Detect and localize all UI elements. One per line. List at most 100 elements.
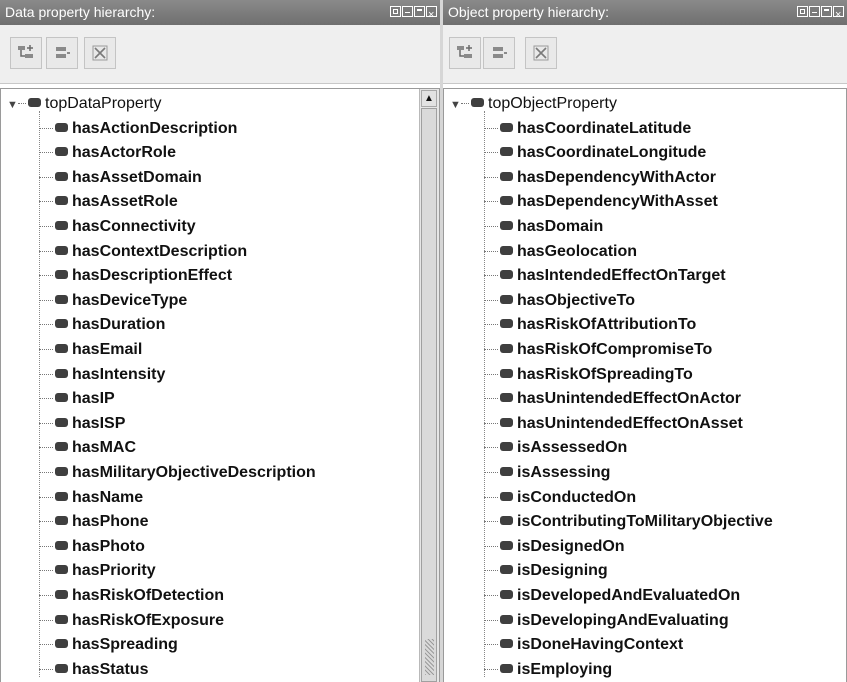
- delete-property-button[interactable]: [525, 37, 557, 69]
- tree-item[interactable]: hasDomain: [484, 214, 603, 238]
- restore-icon[interactable]: [390, 6, 401, 17]
- restore-icon[interactable]: [797, 6, 808, 17]
- property-bullet-icon: [55, 245, 68, 255]
- tree-item[interactable]: hasRiskOfSpreadingTo: [484, 362, 693, 386]
- tree-item[interactable]: hasDependencyWithAsset: [484, 189, 718, 213]
- tree-item-label: hasName: [72, 488, 144, 506]
- tree-item[interactable]: hasGeolocation: [484, 239, 637, 263]
- tree-item[interactable]: hasMilitaryObjectiveDescription: [39, 460, 316, 484]
- tree-item[interactable]: isEmploying: [484, 657, 612, 681]
- tree-item[interactable]: hasActionDescription: [39, 116, 237, 140]
- tree-item[interactable]: hasUnintendedEffectOnActor: [484, 386, 741, 410]
- tree-item[interactable]: hasActorRole: [39, 140, 176, 164]
- add-sibling-button[interactable]: [483, 37, 515, 69]
- tree-item[interactable]: isDoneHavingContext: [484, 632, 683, 656]
- tree-item[interactable]: hasPhoto: [39, 534, 145, 558]
- maximize-icon[interactable]: [414, 6, 425, 17]
- tree-item[interactable]: hasDuration: [39, 312, 165, 336]
- delete-property-button[interactable]: [84, 37, 116, 69]
- vertical-scrollbar[interactable]: ▲: [419, 89, 439, 682]
- close-icon[interactable]: [833, 3, 844, 28]
- property-bullet-icon: [500, 147, 513, 157]
- tree-item[interactable]: hasRiskOfCompromiseTo: [484, 337, 712, 361]
- property-bullet-icon: [55, 319, 68, 329]
- object-property-tree[interactable]: ▼ topObjectProperty hasCoordinateLatitude h…: [443, 88, 847, 682]
- property-bullet-icon: [55, 590, 68, 600]
- maximize-icon[interactable]: [821, 6, 832, 17]
- tree-item[interactable]: hasSpreading: [39, 632, 178, 656]
- add-subproperty-button[interactable]: [449, 37, 481, 69]
- scroll-up-arrow-icon[interactable]: ▲: [421, 90, 437, 107]
- data-property-toolbar: [0, 25, 440, 84]
- tree-item[interactable]: hasConnectivity: [39, 214, 196, 238]
- tree-item[interactable]: hasMAC: [39, 435, 136, 459]
- property-bullet-icon: [55, 221, 68, 231]
- tree-item-label: hasSpreading: [72, 636, 178, 654]
- data-property-tree[interactable]: ▲ ▼ topDataProperty hasActionDescription ha…: [0, 88, 440, 682]
- tree-item[interactable]: hasRiskOfDetection: [39, 583, 224, 607]
- tree-item[interactable]: hasDeviceType: [39, 288, 187, 312]
- tree-item-label: isAssessing: [517, 464, 611, 481]
- tree-connector: [484, 398, 498, 400]
- tree-item[interactable]: hasStatus: [39, 657, 148, 681]
- property-bullet-icon: [55, 516, 68, 526]
- tree-connector: [461, 103, 469, 105]
- tree-item-label: hasIntendedEffectOnTarget: [517, 267, 726, 285]
- tree-item[interactable]: hasCoordinateLongitude: [484, 140, 706, 164]
- property-bullet-icon: [55, 417, 68, 427]
- tree-item[interactable]: hasAssetDomain: [39, 165, 202, 189]
- tree-item-label: hasAssetDomain: [72, 168, 202, 186]
- tree-item[interactable]: hasIntensity: [39, 362, 165, 386]
- tree-item-label: isDesigning: [517, 562, 608, 580]
- tree-item[interactable]: hasPhone: [39, 509, 148, 533]
- tree-item[interactable]: hasDependencyWithActor: [484, 165, 716, 189]
- tree-item[interactable]: hasAssetRole: [39, 189, 178, 213]
- tree-item[interactable]: hasObjectiveTo: [484, 288, 635, 312]
- tree-item[interactable]: hasISP: [39, 411, 125, 435]
- tree-connector: [484, 152, 498, 154]
- tree-item[interactable]: hasIntendedEffectOnTarget: [484, 263, 726, 287]
- tree-item[interactable]: isDesignedOn: [484, 534, 625, 558]
- tree-item[interactable]: hasEmail: [39, 337, 142, 361]
- tree-root-topObjectProperty[interactable]: ▼ topObjectProperty: [450, 91, 617, 115]
- tree-item[interactable]: isAssessedOn: [484, 435, 627, 459]
- property-bullet-icon: [500, 221, 513, 231]
- tree-item[interactable]: hasIP: [39, 386, 115, 410]
- expand-arrow-icon[interactable]: ▼: [450, 93, 461, 117]
- property-bullet-icon: [500, 196, 513, 206]
- property-bullet-icon: [500, 590, 513, 600]
- delete-icon: [92, 45, 108, 61]
- tree-item-label: hasMAC: [72, 439, 137, 457]
- minimize-icon[interactable]: [809, 6, 820, 17]
- property-bullet-icon: [500, 294, 513, 304]
- tree-item[interactable]: hasUnintendedEffectOnAsset: [484, 411, 743, 435]
- tree-item[interactable]: isDesigning: [484, 558, 608, 582]
- close-icon[interactable]: [426, 3, 437, 28]
- tree-item[interactable]: hasRiskOfExposure: [39, 608, 224, 632]
- scroll-thumb[interactable]: [421, 108, 437, 682]
- tree-item[interactable]: hasContextDescription: [39, 239, 247, 263]
- add-subproperty-button[interactable]: [10, 37, 42, 69]
- tree-item[interactable]: isAssessing: [484, 460, 610, 484]
- tree-item-label: hasPhone: [72, 513, 149, 531]
- tree-item[interactable]: hasCoordinateLatitude: [484, 116, 691, 140]
- tree-connector: [39, 422, 53, 424]
- add-sibling-button[interactable]: [46, 37, 78, 69]
- tree-item[interactable]: hasPriority: [39, 558, 156, 582]
- minimize-icon[interactable]: [402, 6, 413, 17]
- property-bullet-icon: [500, 122, 513, 132]
- tree-item-label: hasDomain: [517, 218, 604, 235]
- tree-root-topDataProperty[interactable]: ▼ topDataProperty: [7, 91, 162, 115]
- tree-connector: [484, 447, 498, 449]
- window-controls: [797, 3, 844, 28]
- expand-arrow-icon[interactable]: ▼: [7, 93, 18, 117]
- tree-item[interactable]: hasName: [39, 485, 143, 509]
- tree-item-label: hasDependencyWithAsset: [517, 193, 718, 211]
- tree-item[interactable]: hasRiskOfAttributionTo: [484, 312, 696, 336]
- tree-item[interactable]: hasDescriptionEffect: [39, 263, 232, 287]
- tree-item[interactable]: isContributingToMilitaryObjective: [484, 509, 773, 533]
- tree-item[interactable]: isConductedOn: [484, 485, 636, 509]
- tree-item[interactable]: isDevelopingAndEvaluating: [484, 608, 729, 632]
- property-bullet-icon: [471, 98, 484, 108]
- tree-item[interactable]: isDevelopedAndEvaluatedOn: [484, 583, 740, 607]
